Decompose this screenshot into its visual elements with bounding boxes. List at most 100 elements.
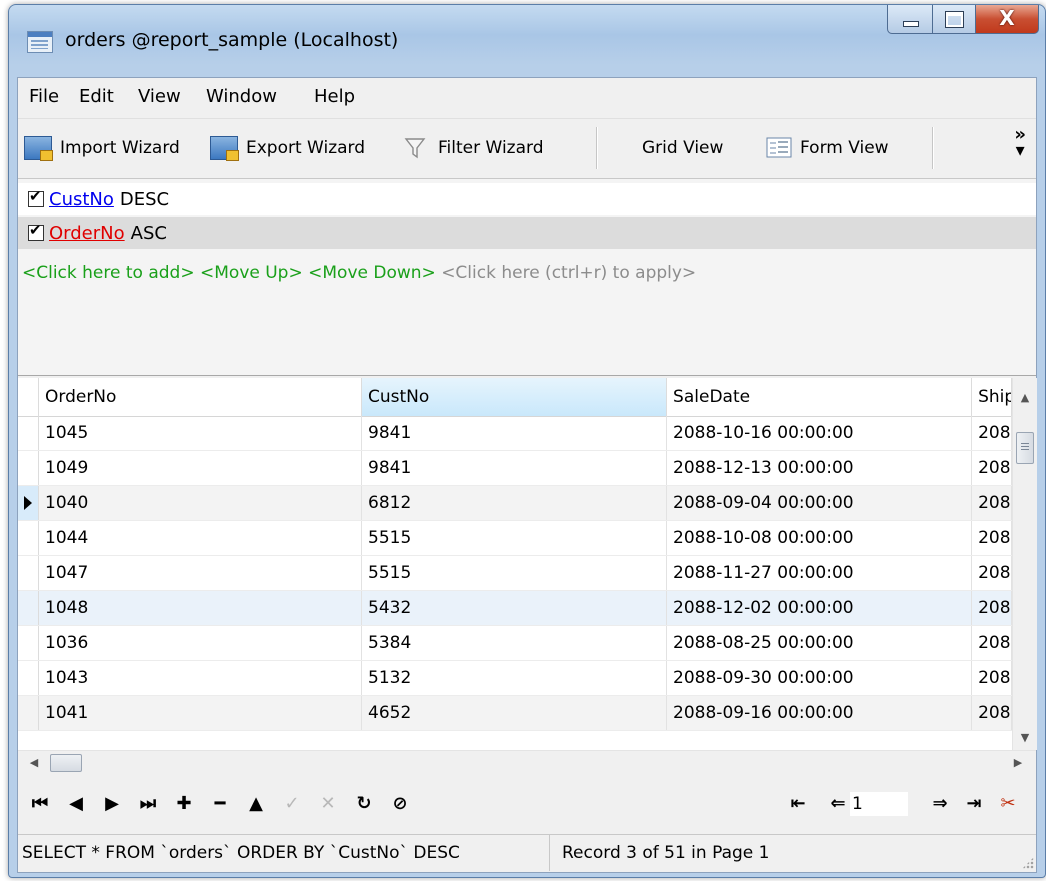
toolbar-overflow-button[interactable]: » ▾ — [1014, 126, 1026, 160]
edit-record-icon[interactable]: ▲ — [244, 792, 268, 816]
table-cell[interactable]: 9841 — [362, 416, 668, 450]
maximize-button[interactable] — [933, 5, 976, 34]
first-page-icon[interactable]: ⇤ — [786, 792, 810, 816]
close-button[interactable]: X — [976, 5, 1039, 34]
last-page-icon[interactable]: ⇥ — [962, 792, 986, 816]
table-row[interactable]: 103653842088-08-25 00:00:002088 — [18, 626, 1012, 661]
table-cell[interactable]: 2088 — [972, 696, 1012, 730]
add-sort-link[interactable]: <Click here to add> — [22, 263, 195, 283]
page-number-input[interactable]: 1 — [850, 792, 908, 816]
post-edit-icon[interactable]: ✓ — [280, 792, 304, 816]
sort-checkbox[interactable] — [28, 221, 44, 241]
sort-field-link[interactable]: CustNo — [49, 189, 114, 210]
refresh-icon[interactable]: ↻ — [352, 792, 376, 816]
form-view-button[interactable]: Form View — [766, 134, 889, 162]
menu-file[interactable]: File — [29, 86, 59, 107]
scroll-thumb[interactable] — [50, 754, 82, 772]
sort-item[interactable]: CustNo DESC — [18, 183, 1036, 215]
export-wizard-button[interactable]: Export Wizard — [210, 134, 365, 162]
row-indicator[interactable] — [18, 626, 39, 660]
row-indicator[interactable] — [18, 591, 39, 625]
prior-record-icon[interactable]: ◀ — [64, 792, 88, 816]
row-indicator[interactable] — [18, 696, 39, 730]
table-cell[interactable]: 2088 — [972, 626, 1012, 660]
sort-field-link[interactable]: OrderNo — [49, 223, 125, 244]
insert-record-icon[interactable]: ✚ — [172, 792, 196, 816]
row-indicator[interactable] — [18, 661, 39, 695]
row-indicator[interactable] — [18, 451, 39, 485]
table-cell[interactable]: 2088 — [972, 486, 1012, 520]
table-cell[interactable]: 1036 — [39, 626, 362, 660]
column-header-custno[interactable]: CustNo — [362, 378, 668, 416]
table-cell[interactable]: 4652 — [362, 696, 668, 730]
table-cell[interactable]: 2088 — [972, 416, 1012, 450]
menu-window[interactable]: Window — [206, 86, 277, 107]
column-header-orderno[interactable]: OrderNo — [39, 378, 362, 416]
sort-item[interactable]: OrderNo ASC — [18, 217, 1036, 249]
tools-icon[interactable]: ✂ — [996, 792, 1020, 816]
table-cell[interactable]: 2088-11-27 00:00:00 — [667, 556, 973, 590]
menu-edit[interactable]: Edit — [79, 86, 114, 107]
scroll-left-icon[interactable]: ◀ — [22, 751, 46, 775]
table-cell[interactable]: 5515 — [362, 521, 668, 555]
table-row[interactable]: 104598412088-10-16 00:00:002088 — [18, 416, 1012, 451]
menu-view[interactable]: View — [138, 86, 181, 107]
table-cell[interactable]: 2088 — [972, 661, 1012, 695]
table-cell[interactable]: 2088-09-30 00:00:00 — [667, 661, 973, 695]
table-cell[interactable]: 1040 — [39, 486, 362, 520]
table-cell[interactable]: 2088-09-04 00:00:00 — [667, 486, 973, 520]
last-record-icon[interactable]: ⏭ — [136, 792, 160, 816]
prev-page-icon[interactable]: ⇐ — [826, 792, 850, 816]
scroll-up-icon[interactable]: ▲ — [1013, 386, 1037, 410]
table-cell[interactable]: 2088-10-08 00:00:00 — [667, 521, 973, 555]
scroll-thumb[interactable] — [1016, 432, 1034, 464]
table-row[interactable]: 104146522088-09-16 00:00:002088 — [18, 696, 1012, 731]
table-cell[interactable]: 1049 — [39, 451, 362, 485]
sort-order[interactable]: ASC — [131, 223, 167, 244]
table-cell[interactable]: 2088 — [972, 591, 1012, 625]
next-record-icon[interactable]: ▶ — [100, 792, 124, 816]
delete-record-icon[interactable]: ━ — [208, 792, 232, 816]
row-indicator[interactable] — [18, 416, 39, 450]
table-cell[interactable]: 2088 — [972, 556, 1012, 590]
table-cell[interactable]: 9841 — [362, 451, 668, 485]
table-cell[interactable]: 5515 — [362, 556, 668, 590]
table-cell[interactable]: 1048 — [39, 591, 362, 625]
table-cell[interactable]: 1043 — [39, 661, 362, 695]
table-cell[interactable]: 5384 — [362, 626, 668, 660]
filter-wizard-button[interactable]: Filter Wizard — [404, 134, 544, 162]
row-indicator[interactable] — [18, 556, 39, 590]
table-cell[interactable]: 2088 — [972, 451, 1012, 485]
scroll-down-icon[interactable]: ▼ — [1013, 726, 1037, 750]
sort-order[interactable]: DESC — [120, 189, 169, 210]
title-bar[interactable]: orders @report_sample (Localhost) X — [9, 5, 1045, 69]
table-cell[interactable]: 2088-12-02 00:00:00 — [667, 591, 973, 625]
table-cell[interactable]: 5432 — [362, 591, 668, 625]
table-row[interactable]: 104455152088-10-08 00:00:002088 — [18, 521, 1012, 556]
table-cell[interactable]: 1047 — [39, 556, 362, 590]
stop-icon[interactable]: ⊘ — [388, 792, 412, 816]
vertical-scrollbar[interactable]: ▲ ▼ — [1012, 378, 1037, 750]
table-row[interactable]: 104068122088-09-04 00:00:002088 — [18, 486, 1012, 521]
table-cell[interactable]: 1044 — [39, 521, 362, 555]
table-row[interactable]: 104998412088-12-13 00:00:002088 — [18, 451, 1012, 486]
horizontal-scrollbar[interactable]: ◀ ▶ — [18, 750, 1036, 775]
next-page-icon[interactable]: ⇒ — [928, 792, 952, 816]
sort-checkbox[interactable] — [28, 187, 44, 207]
move-up-link[interactable]: <Move Up> — [200, 263, 303, 283]
scroll-right-icon[interactable]: ▶ — [1006, 751, 1030, 775]
table-row[interactable]: 104755152088-11-27 00:00:002088 — [18, 556, 1012, 591]
minimize-button[interactable] — [887, 5, 933, 34]
table-row[interactable]: 104854322088-12-02 00:00:002088 — [18, 591, 1012, 626]
menu-help[interactable]: Help — [314, 86, 355, 107]
table-cell[interactable]: 2088-10-16 00:00:00 — [667, 416, 973, 450]
apply-sort-link[interactable]: <Click here (ctrl+r) to apply> — [441, 263, 696, 283]
table-cell[interactable]: 1041 — [39, 696, 362, 730]
cancel-edit-icon[interactable]: ✕ — [316, 792, 340, 816]
table-cell[interactable]: 5132 — [362, 661, 668, 695]
table-row[interactable]: 104351322088-09-30 00:00:002088 — [18, 661, 1012, 696]
first-record-icon[interactable]: ⏮ — [28, 792, 52, 816]
table-cell[interactable]: 1045 — [39, 416, 362, 450]
column-header-shipdate[interactable]: ShipI — [972, 378, 1012, 416]
current-row-indicator-icon[interactable] — [18, 486, 39, 520]
